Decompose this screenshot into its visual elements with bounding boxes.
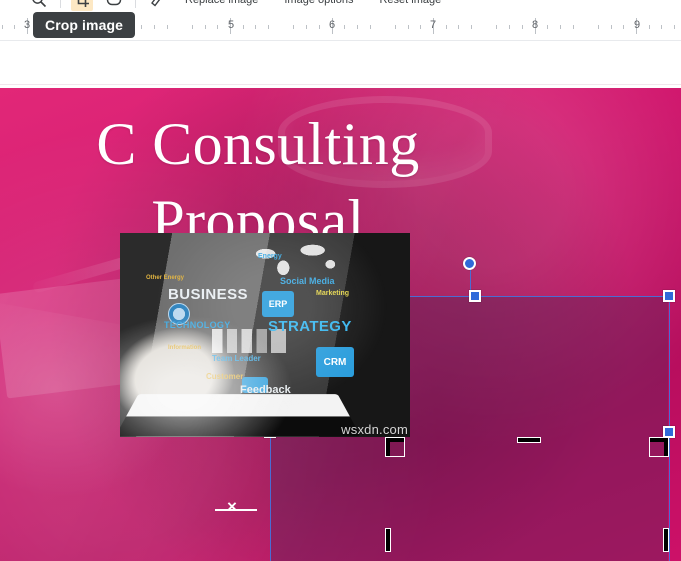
ruler-minor-tick (547, 25, 548, 29)
ruler-number-9: 9 (633, 19, 641, 31)
ruler-minor-tick (560, 25, 561, 29)
ruler-minor-tick (522, 25, 523, 29)
headline-line-1: C Consulting (96, 111, 420, 177)
photo-label-energy: Energy (258, 253, 282, 260)
ruler-minor-tick (154, 25, 155, 29)
resize-handle-top-center[interactable] (469, 290, 481, 302)
cropped-business-image[interactable]: ERP CRM BUSINESS STRATEGY TECHNOLOGY Soc… (120, 233, 410, 437)
business-photo-content: ERP CRM BUSINESS STRATEGY TECHNOLOGY Soc… (120, 233, 410, 437)
ruler-minor-tick (344, 25, 345, 29)
ruler-minor-tick (268, 25, 269, 29)
photo-world-map (248, 237, 346, 281)
canvas-top-edge (0, 84, 681, 85)
border-color-icon[interactable] (146, 0, 168, 11)
ruler-number-5: 5 (227, 19, 235, 31)
toolbar-menu-labels: Replace image Image options Reset image (185, 0, 441, 14)
ruler-number-8: 8 (531, 19, 539, 31)
photo-hand (120, 317, 243, 437)
ruler-minor-tick (573, 25, 574, 29)
photo-label-customer: Customer (206, 372, 244, 381)
ruler-minor-tick (509, 25, 510, 29)
photo-label-technology: TECHNOLOGY (164, 320, 231, 330)
crop-image-icon[interactable] (71, 0, 93, 11)
toolbar-divider-2 (135, 0, 136, 8)
photo-label-other-energy: Other Energy (146, 275, 185, 281)
crop-edge-right[interactable] (663, 528, 669, 552)
photo-label-marketing: Marketing (316, 290, 350, 297)
ruler-minor-tick (446, 25, 447, 29)
ruler-minor-tick (243, 25, 244, 29)
ruler-minor-tick (649, 25, 650, 29)
ruler-minor-tick (661, 25, 662, 29)
ruler-minor-tick (471, 25, 472, 29)
ruler-minor-tick (217, 25, 218, 29)
photo-label-information: Information (168, 345, 201, 351)
photo-gear-icon (168, 303, 190, 325)
crop-remove-glyph: × (227, 497, 237, 516)
ruler-number-7: 7 (429, 19, 437, 31)
ruler-minor-tick (306, 25, 307, 29)
ruler-minor-tick (2, 25, 3, 29)
image-watermark: wsxdn.com (341, 422, 408, 437)
ruler-minor-tick (408, 25, 409, 29)
canvas-margin (0, 41, 681, 88)
photo-label-business: BUSINESS (168, 286, 248, 303)
mask-shape-icon[interactable] (103, 0, 125, 11)
ruler-minor-tick (205, 25, 206, 29)
ruler-minor-tick (357, 25, 358, 29)
ruler-minor-tick (598, 25, 599, 29)
ruler-number-6: 6 (328, 19, 336, 31)
ruler-minor-tick (674, 25, 675, 29)
ruler-minor-tick (167, 25, 168, 29)
ruler-minor-tick (370, 25, 371, 29)
ruler-minor-tick (192, 25, 193, 29)
photo-label-team-leader: Team Leader (212, 354, 261, 363)
photo-label-social-media: Social Media (280, 276, 335, 286)
ruler-minor-tick (141, 25, 142, 29)
ruler-minor-tick (611, 25, 612, 29)
toolbar-divider (60, 0, 61, 8)
menu-image-options[interactable]: Image options (284, 0, 353, 6)
zoom-icon[interactable] (28, 0, 50, 11)
google-slides-editor: Replace image Image options Reset image … (0, 0, 681, 561)
ruler-minor-tick (496, 25, 497, 29)
ruler-minor-tick (14, 25, 15, 29)
crop-edge-left[interactable] (385, 528, 391, 552)
rotation-handle[interactable] (463, 257, 476, 270)
menu-reset-image[interactable]: Reset image (379, 0, 441, 6)
photo-label-strategy: STRATEGY (268, 318, 352, 335)
ruler-minor-tick (255, 25, 256, 29)
menu-replace-image[interactable]: Replace image (185, 0, 258, 6)
crop-corner-top-left[interactable] (385, 437, 405, 457)
ruler-minor-tick (420, 25, 421, 29)
crop-corner-top-right[interactable] (649, 437, 669, 457)
ruler-minor-tick (395, 25, 396, 29)
resize-handle-top-right[interactable] (663, 290, 675, 302)
photo-label-feedback: Feedback (240, 384, 291, 396)
crop-remove-marker: × (215, 498, 257, 518)
ruler-minor-tick (623, 25, 624, 29)
photo-tiles (212, 329, 286, 353)
slide-canvas[interactable]: C Consulting Proposal ERP CRM BUSINESS S… (0, 88, 681, 561)
crop-image-tooltip: Crop image (33, 12, 136, 38)
photo-erp-badge: ERP (262, 291, 294, 317)
ruler-number-3: 3 (23, 19, 31, 31)
ruler-minor-tick (293, 25, 294, 29)
ruler-minor-tick (458, 25, 459, 29)
resize-handle-middle-right[interactable] (663, 426, 675, 438)
photo-crm-badge: CRM (316, 347, 354, 377)
photo-laptop (120, 394, 361, 437)
crop-edge-top[interactable] (517, 437, 541, 443)
photo-small-badge (242, 377, 268, 393)
ruler-minor-tick (319, 25, 320, 29)
